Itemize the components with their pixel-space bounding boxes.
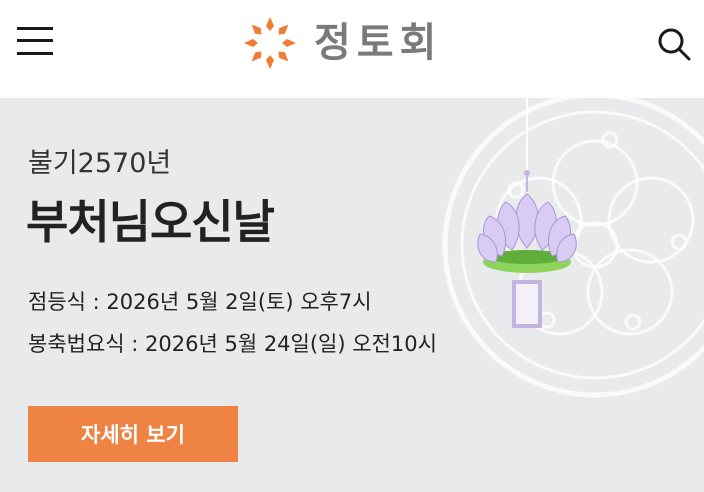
site-header: 정토회 [0, 0, 704, 98]
hero-banner: 불기2570년 부처님오신날 점등식 : 2026년 5월 2일(토) 오후7시… [0, 98, 704, 492]
site-logo[interactable]: 정토회 [238, 10, 442, 76]
brand-name: 정토회 [314, 20, 443, 66]
main-ceremony-schedule: 봉축법요식 : 2026년 5월 24일(일) 오전10시 [28, 332, 437, 356]
details-button[interactable]: 자세히 보기 [28, 406, 238, 462]
search-icon[interactable] [654, 24, 694, 64]
lotus-logo-icon [244, 17, 296, 69]
lantern-ceremony-schedule: 점등식 : 2026년 5월 2일(토) 오후7시 [28, 290, 372, 314]
buddhist-year: 불기2570년 [28, 148, 172, 179]
hamburger-menu-icon[interactable] [17, 24, 53, 58]
event-title: 부처님오신날 [26, 195, 275, 249]
